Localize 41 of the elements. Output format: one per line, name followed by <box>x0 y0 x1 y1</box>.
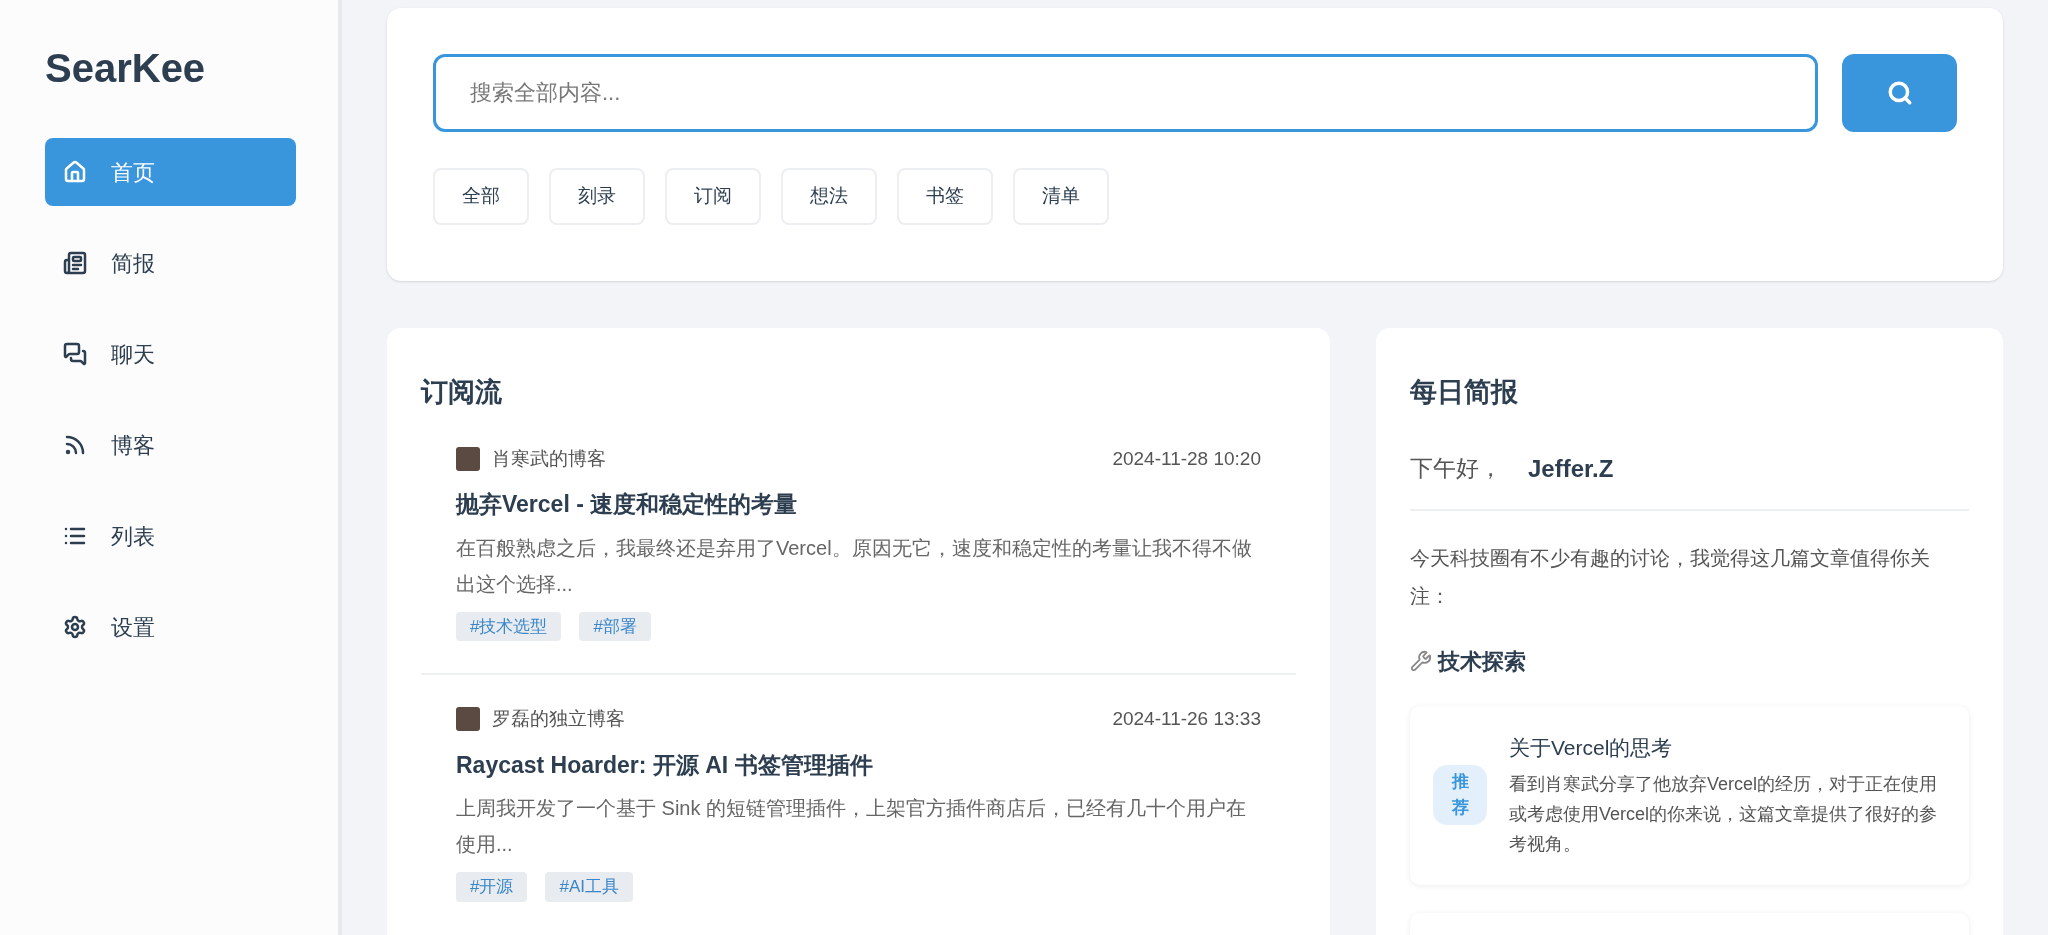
recommend-badge: 推荐 <box>1433 765 1487 826</box>
logo: SearKee <box>45 48 206 88</box>
recommendation-card[interactable]: 推荐 关于Vercel的思考 看到肖寒武分享了他放弃Vercel的经历，对于正在使用或考虑使用Vercel的你来说，这篇文章提供了很好的参考视角。 <box>1410 705 1969 885</box>
greeting-text: 下午好， <box>1410 454 1502 484</box>
nav-item[interactable]: 简报 <box>45 229 296 297</box>
wrench-icon <box>1410 650 1432 672</box>
brief-intro: 今天科技圈有不少有趣的讨论，我觉得这几篇文章值得你关注： <box>1410 545 1931 609</box>
search-field[interactable]: 搜索全部内容... <box>433 54 1818 132</box>
filter-chip[interactable]: 想法 <box>781 168 877 225</box>
filter-chip[interactable]: 订阅 <box>665 168 761 225</box>
nav-item[interactable]: 列表 <box>45 502 296 570</box>
filter-chip[interactable]: 刻录 <box>549 168 645 225</box>
post-title[interactable]: Raycast Hoarder: 开源 AI 书签管理插件 <box>456 747 1261 782</box>
feed-title: 订阅流 <box>421 376 503 409</box>
nav-item[interactable]: 设置 <box>45 593 296 661</box>
recommendation-title: 关于Vercel的思考 <box>1509 734 1674 761</box>
settings-icon <box>63 615 87 639</box>
avatar-placeholder <box>456 707 480 732</box>
search-icon <box>1886 80 1913 106</box>
post-time: 2024-11-28 10:20 <box>1112 446 1261 471</box>
filter-chip[interactable]: 书签 <box>897 168 993 225</box>
nav-item[interactable]: 聊天 <box>45 320 296 388</box>
home-icon <box>63 160 87 184</box>
avatar-placeholder <box>456 446 480 471</box>
newspaper-icon <box>63 251 87 275</box>
filter-chip[interactable]: 清单 <box>1013 168 1109 225</box>
source-name: 罗磊的独立博客 <box>492 707 625 731</box>
filter-chip[interactable]: 全部 <box>433 168 529 225</box>
recommendation-text: 看到肖寒武分享了他放弃Vercel的经历，对于正在使用或考虑使用Vercel的你来说，这篇文章提供了很好的参考视角。 <box>1509 773 1939 856</box>
brief-title: 每日简报 <box>1410 376 1519 409</box>
post-title[interactable]: 抛弃Vercel - 速度和稳定性的考量 <box>456 487 1261 522</box>
nav-item[interactable]: 博客 <box>45 411 296 479</box>
chat-icon <box>63 342 87 366</box>
rss-icon <box>63 433 87 457</box>
post-time: 2024-11-26 13:33 <box>1112 707 1261 731</box>
user-name: Jeffer.Z <box>1528 453 1614 484</box>
section-title: 技术探索 <box>1438 647 1526 676</box>
post-summary: 在百般熟虑之后，我最终还是弃用了Vercel。原因无它，速度和稳定性的考量让我不得不做出这个选择... <box>456 535 1253 597</box>
post-summary: 上周我开发了一个基于 Sink 的短链管理插件，上架官方插件商店后，已经有几十个用户在使用... <box>456 796 1248 857</box>
source-name: 肖寒武的博客 <box>492 446 606 471</box>
search-button[interactable] <box>1842 54 1957 132</box>
